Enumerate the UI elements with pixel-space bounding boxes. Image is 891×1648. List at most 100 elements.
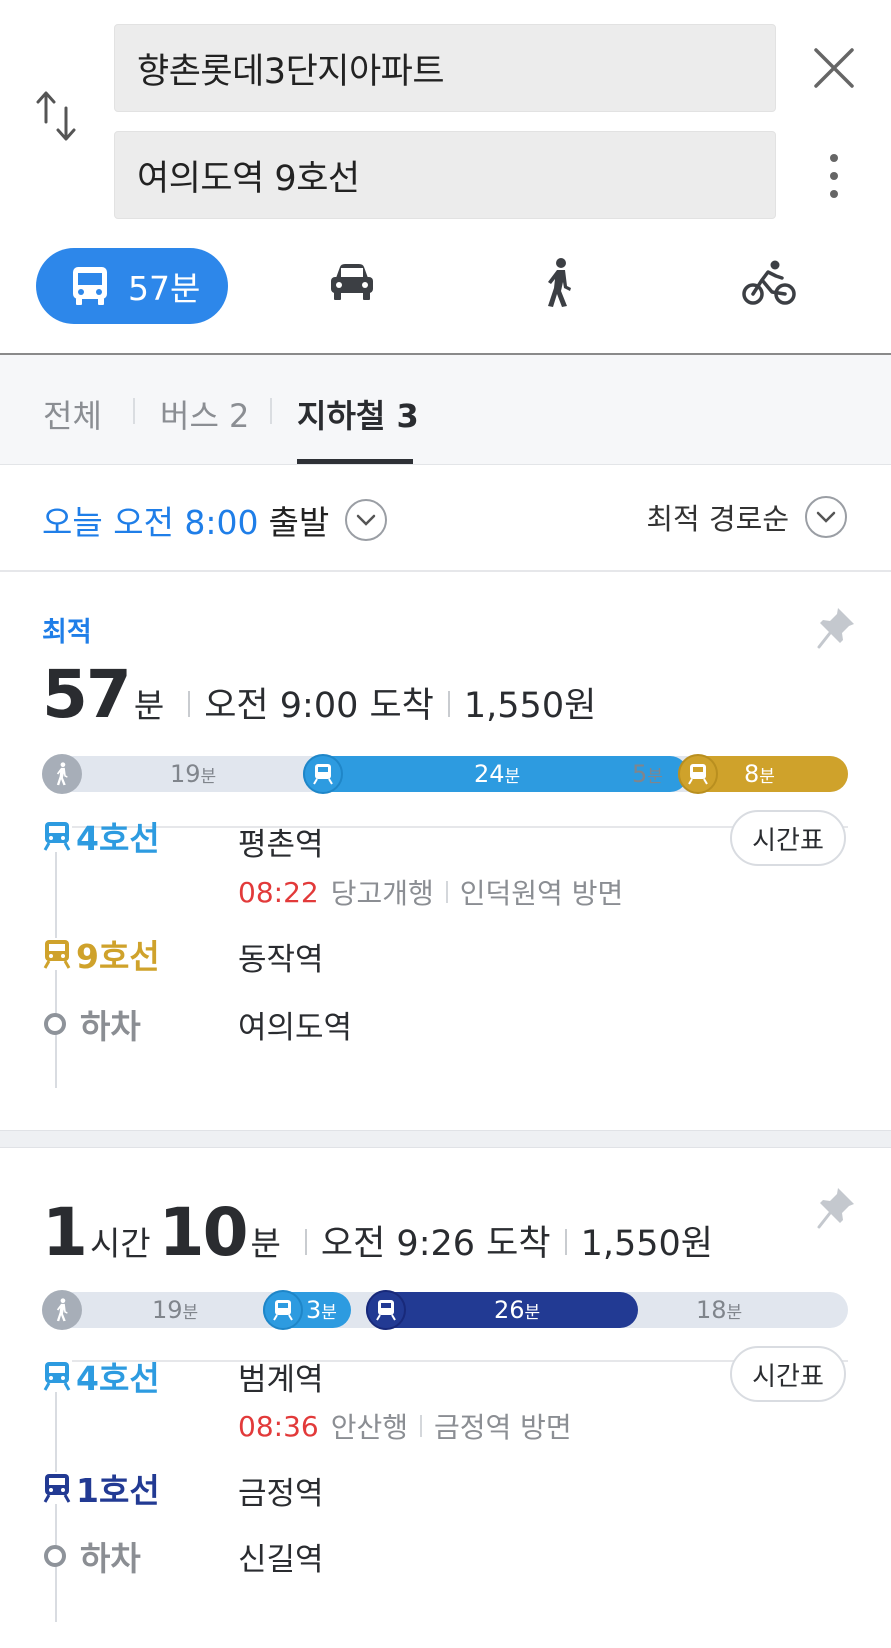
tab-separator (270, 398, 272, 424)
train-direction: 당고개행 (330, 877, 434, 910)
mode-transit-button[interactable]: 57분 (36, 248, 228, 324)
close-icon[interactable] (810, 44, 858, 92)
route-summary: 1 시간 10 분 오전 9:26 도착 1,550원 (42, 1194, 713, 1271)
search-header: 향촌롯데3단지아파트 여의도역 9호선 (0, 0, 891, 230)
timetable-label: 시간표 (752, 1361, 824, 1392)
summary-separator (304, 1229, 307, 1255)
route-timeline-bar: 19분 3분 26분 18분 (42, 1290, 848, 1330)
timetable-button[interactable]: 시간표 (730, 1346, 846, 1402)
alight-dot-icon (44, 1013, 66, 1035)
chevron-down-icon[interactable] (345, 499, 388, 541)
subway-icon (42, 820, 72, 852)
origin-field[interactable]: 향촌롯데3단지아파트 (114, 24, 776, 112)
sort-label: 최적 경로순 (646, 502, 789, 536)
subway-icon (42, 1472, 72, 1504)
detail-separator (445, 881, 448, 903)
segment-walk-label: 19분 (152, 1296, 199, 1324)
route-divider (42, 1360, 848, 1362)
tab-bus[interactable]: 버스 2 (160, 391, 249, 437)
bus-icon (73, 267, 107, 305)
alight-station: 신길역 (238, 1542, 324, 1578)
segment-walk-label: 18분 (696, 1296, 743, 1324)
duration-hours: 1 (42, 1194, 88, 1271)
alight-label: 하차 (80, 1539, 141, 1578)
step-alight: 하차 (42, 1532, 141, 1580)
more-vertical-icon[interactable] (822, 152, 846, 202)
transfer-station: 동작역 (238, 942, 324, 978)
platform-direction: 금정역 방면 (433, 1411, 572, 1444)
transit-duration: 57분 (128, 269, 201, 308)
duration-unit: 분 (133, 686, 165, 725)
card-gap (0, 1130, 891, 1148)
platform-direction: 인덕원역 방면 (459, 877, 624, 910)
alight-station: 여의도역 (238, 1010, 353, 1046)
departure-selector[interactable]: 오늘 오전 8:00 출발 (42, 496, 388, 544)
active-tab-indicator (297, 459, 413, 464)
subway-icon (366, 1290, 406, 1330)
destination-field[interactable]: 여의도역 9호선 (114, 131, 776, 219)
route-timeline-bar: 19분 24분 5분 8분 (42, 754, 848, 794)
line-name: 4호선 (76, 819, 160, 858)
boarding-station: 평촌역 (238, 827, 324, 863)
optimal-badge: 최적 (42, 617, 92, 648)
alight-dot-icon (44, 1545, 66, 1567)
pin-icon[interactable] (816, 1186, 856, 1230)
pin-icon[interactable] (816, 606, 856, 650)
fare: 1,550원 (580, 1224, 713, 1264)
segment-line9-label: 8분 (744, 760, 775, 788)
route-divider (42, 826, 848, 828)
origin-text: 향촌롯데3단지아파트 (137, 51, 445, 92)
subway-icon (263, 1290, 303, 1330)
route-card[interactable]: 1 시간 10 분 오전 9:26 도착 1,550원 19분 3분 26분 1… (0, 1148, 891, 1648)
next-train-time: 08:22 (238, 875, 319, 909)
sort-selector[interactable]: 최적 경로순 (646, 496, 847, 538)
fare: 1,550원 (463, 686, 597, 726)
departure-time: 오늘 오전 8:00 (42, 503, 259, 542)
subway-icon (42, 1360, 72, 1392)
filter-tabs: 전체 버스 2 지하철 3 (0, 355, 891, 465)
step-line9: 9호선 (42, 930, 160, 978)
segment-walk-label: 19분 (170, 760, 217, 788)
next-train-time: 08:36 (238, 1409, 319, 1443)
duration-unit: 분 (250, 1224, 281, 1263)
route-summary: 57 분 오전 9:00 도착 1,550원 (42, 656, 596, 733)
step-line4: 4호선 (42, 816, 160, 858)
timetable-label: 시간표 (752, 825, 824, 856)
train-direction: 안산행 (330, 1411, 408, 1444)
chevron-down-icon[interactable] (805, 496, 847, 538)
destination-text: 여의도역 9호선 (137, 158, 360, 199)
car-icon[interactable] (328, 262, 376, 302)
segment-line4-label: 3분 (306, 1296, 337, 1324)
subway-icon (678, 754, 718, 794)
tab-all[interactable]: 전체 (43, 391, 102, 437)
summary-separator (447, 691, 450, 717)
tab-subway[interactable]: 지하철 3 (297, 391, 419, 437)
summary-separator (564, 1229, 567, 1255)
timetable-button[interactable]: 시간표 (730, 810, 846, 866)
route-card[interactable]: 최적 57 분 오전 9:00 도착 1,550원 19분 24분 5분 8분 (0, 572, 891, 1130)
swap-icon[interactable] (34, 88, 80, 144)
step-line1: 1호선 (42, 1464, 160, 1512)
step-line4: 4호선 (42, 1352, 160, 1400)
walk-icon (42, 1290, 82, 1330)
departure-detail: 08:36 안산행 금정역 방면 (238, 1406, 572, 1446)
arrival-time: 오전 9:00 도착 (204, 686, 434, 726)
line-name: 1호선 (76, 1471, 160, 1510)
bike-icon[interactable] (742, 260, 796, 306)
boarding-station: 범계역 (238, 1362, 324, 1398)
mode-tabs: 57분 (0, 248, 891, 328)
line-name: 9호선 (76, 937, 160, 976)
departure-suffix: 출발 (268, 503, 330, 542)
duration-value: 57 (42, 656, 132, 733)
line-name: 4호선 (76, 1359, 160, 1398)
subway-icon (303, 754, 343, 794)
segment-walk-label: 5분 (632, 760, 663, 788)
subway-icon (42, 938, 72, 970)
departure-detail: 08:22 당고개행 인덕원역 방면 (238, 872, 623, 912)
walk-icon[interactable] (544, 258, 574, 308)
arrival-time: 오전 9:26 도착 (320, 1224, 551, 1264)
segment-line4-label: 24분 (474, 760, 521, 788)
tab-separator (133, 398, 135, 424)
walk-icon (42, 754, 82, 794)
summary-separator (188, 691, 191, 717)
